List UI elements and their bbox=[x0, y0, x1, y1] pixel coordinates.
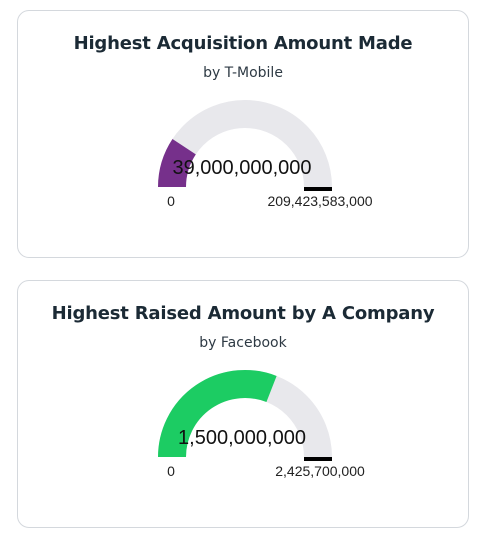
gauge-max-label: 2,425,700,000 bbox=[275, 463, 365, 479]
gauge-min-label: 0 bbox=[167, 193, 175, 209]
raised-amount-card: Highest Raised Amount by A Company by Fa… bbox=[17, 280, 469, 528]
gauge-value: 1,500,000,000 bbox=[178, 427, 306, 449]
acquisition-card: Highest Acquisition Amount Made by T-Mob… bbox=[17, 10, 469, 258]
gauge-chart: 39,000,000,000 0 209,423,583,000 bbox=[158, 100, 373, 209]
gauge-max-label: 209,423,583,000 bbox=[267, 193, 372, 209]
gauge-value: 39,000,000,000 bbox=[172, 157, 311, 179]
gauge-chart: 1,500,000,000 0 2,425,700,000 bbox=[158, 370, 365, 479]
gauge-min-label: 0 bbox=[167, 463, 175, 479]
